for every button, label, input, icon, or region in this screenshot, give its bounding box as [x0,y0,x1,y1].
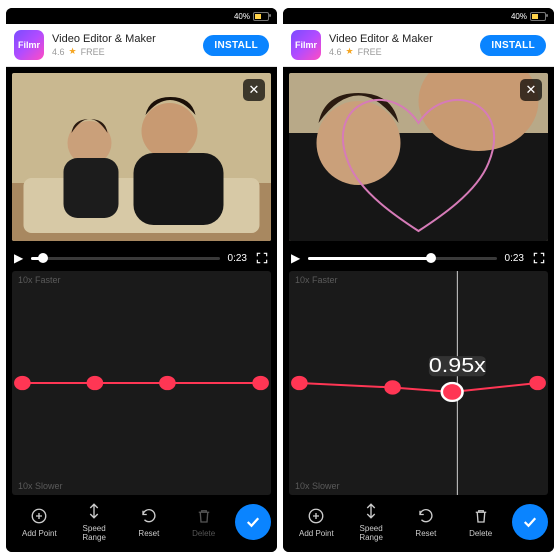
video-preview[interactable]: ✕ [12,73,271,241]
curve-point[interactable] [529,376,546,390]
speed-curve-editor[interactable]: 10x Faster 10x Slower 0.95x [289,271,548,495]
add-point-button[interactable]: Add Point [12,506,67,538]
phone-right: 40% Filmr Video Editor & Maker 4.6 ★ FRE… [283,8,554,552]
scrubber-knob[interactable] [426,253,436,263]
ad-rating: 4.6 [329,47,342,57]
battery-text: 40% [511,12,527,21]
curve-point[interactable] [14,376,31,390]
reset-button[interactable]: Reset [122,506,177,538]
delete-button[interactable]: Delete [453,506,508,538]
battery-icon [253,12,269,21]
plus-circle-icon [306,506,326,526]
confirm-button[interactable] [512,504,548,540]
curve-point[interactable] [442,383,463,401]
player-bar: ▶ 0:23 [283,247,554,267]
bottom-toolbar: Add Point Speed Range Reset Delete [283,495,554,552]
video-frame [289,73,548,241]
status-bar: 40% [283,8,554,24]
ad-title: Video Editor & Maker [329,33,472,45]
fullscreen-button[interactable] [255,251,269,265]
player-bar: ▶ 0:23 [6,247,277,267]
status-bar: 40% [6,8,277,24]
battery-icon [530,12,546,21]
curve-canvas [12,271,271,495]
scrubber[interactable] [308,257,496,260]
curve-point[interactable] [291,376,308,390]
scrubber[interactable] [31,257,219,260]
confirm-button[interactable] [235,504,271,540]
ad-title: Video Editor & Maker [52,33,195,45]
svg-text:0.95x: 0.95x [429,353,486,376]
play-button[interactable]: ▶ [14,251,23,265]
play-button[interactable]: ▶ [291,251,300,265]
fullscreen-button[interactable] [532,251,546,265]
close-button[interactable]: ✕ [243,79,265,101]
star-icon: ★ [69,46,77,57]
curve-point[interactable] [159,376,176,390]
trash-icon [194,506,214,526]
speed-curve-editor[interactable]: 10x Faster 10x Slower [12,271,271,495]
undo-icon [139,506,159,526]
ad-app-icon: Filmr [291,30,321,60]
range-icon [361,501,381,521]
close-icon: ✕ [249,82,260,98]
reset-button[interactable]: Reset [399,506,454,538]
ad-app-icon: Filmr [14,30,44,60]
range-icon [84,501,104,521]
speed-range-button[interactable]: Speed Range [344,501,399,542]
scrubber-progress [308,257,430,260]
bottom-toolbar: Add Point Speed Range Reset Delete [6,495,277,552]
time-label: 0:23 [505,253,524,264]
video-preview[interactable]: ✕ [289,73,548,241]
star-icon: ★ [346,46,354,57]
ad-price: FREE [358,47,382,57]
install-button[interactable]: INSTALL [480,35,546,56]
curve-canvas: 0.95x [289,271,548,495]
ad-meta: 4.6 ★ FREE [52,46,195,57]
ad-banner[interactable]: Filmr Video Editor & Maker 4.6 ★ FREE IN… [283,24,554,67]
trash-icon [471,506,491,526]
delete-button: Delete [176,506,231,538]
plus-circle-icon [29,506,49,526]
curve-point[interactable] [252,376,269,390]
ad-rating: 4.6 [52,47,65,57]
close-button[interactable]: ✕ [520,79,542,101]
close-icon: ✕ [526,82,537,98]
scrubber-knob[interactable] [38,253,48,263]
curve-point[interactable] [87,376,104,390]
speed-range-button[interactable]: Speed Range [67,501,122,542]
ad-meta: 4.6 ★ FREE [329,46,472,57]
time-label: 0:23 [228,253,247,264]
battery-text: 40% [234,12,250,21]
undo-icon [416,506,436,526]
ad-banner[interactable]: Filmr Video Editor & Maker 4.6 ★ FREE IN… [6,24,277,67]
phone-left: 40% Filmr Video Editor & Maker 4.6 ★ FRE… [6,8,277,552]
video-frame [12,73,271,241]
curve-point[interactable] [384,380,401,394]
add-point-button[interactable]: Add Point [289,506,344,538]
ad-price: FREE [81,47,105,57]
install-button[interactable]: INSTALL [203,35,269,56]
